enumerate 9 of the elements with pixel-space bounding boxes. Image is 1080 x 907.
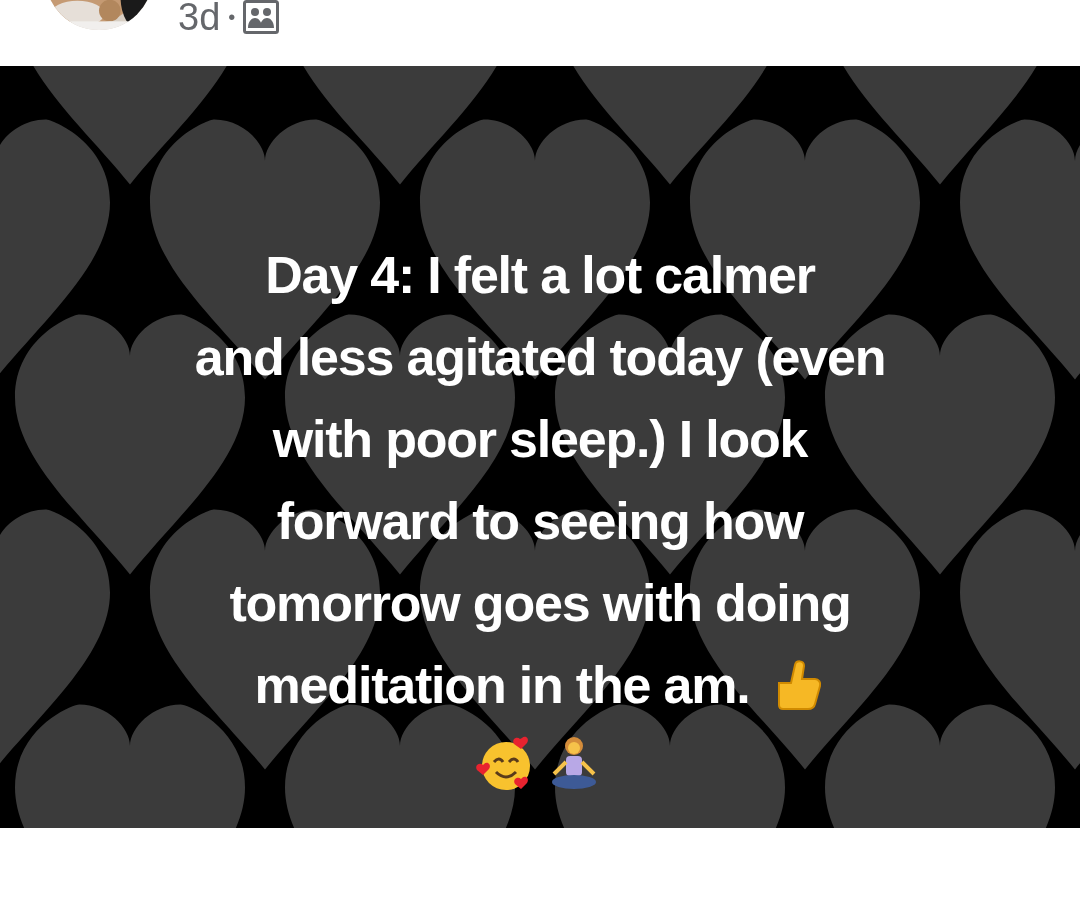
post-age: 3d: [178, 0, 221, 36]
group-icon: [243, 0, 280, 34]
post-text-line: forward to seeing how: [276, 491, 804, 552]
separator-dot: •: [228, 7, 236, 27]
post-text-line: with poor sleep.) I look: [272, 409, 808, 470]
post-text-line: meditation in the am.: [254, 655, 750, 716]
post-text-line: and less agitated today (even: [194, 327, 886, 388]
post-text-line: tomorrow goes with doing: [229, 573, 851, 634]
post-text-line: Day 4: I felt a lot calmer: [265, 245, 815, 306]
